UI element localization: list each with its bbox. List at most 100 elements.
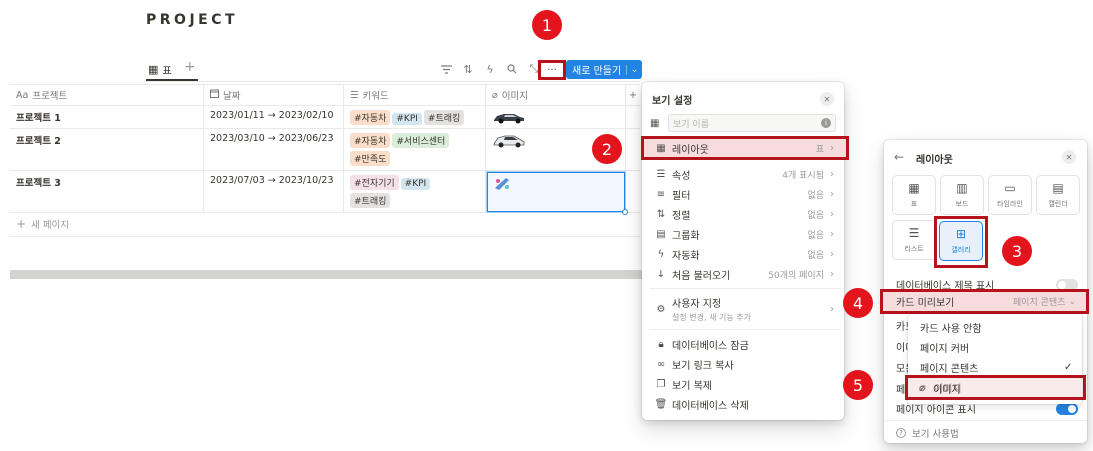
divider <box>650 288 840 289</box>
search-icon[interactable] <box>504 61 520 77</box>
car-image <box>494 114 524 124</box>
help-link[interactable]: ? 보기 사용법 <box>896 426 959 440</box>
duplicate-icon: ❐ <box>656 378 666 390</box>
row-keywords[interactable]: #자동차 #서비스센터 #만족도 <box>344 129 486 170</box>
row-date[interactable]: 2023/07/03 → 2023/10/23 <box>204 171 344 212</box>
calendar-icon: ▤ <box>1052 181 1064 195</box>
database-toolbar: ⇅ ϟ ⤡ <box>438 61 542 77</box>
keyword-tag: #자동차 <box>350 133 391 148</box>
automation-icon: ϟ <box>657 248 665 260</box>
table-row[interactable]: 프로젝트 2 2023/03/10 → 2023/06/23 #자동차 #서비스센… <box>10 129 640 171</box>
back-arrow-icon[interactable]: ← <box>894 150 904 164</box>
row-image[interactable] <box>486 106 626 128</box>
chevron-down-icon: ⌄ <box>1068 296 1076 307</box>
row-image[interactable] <box>486 171 628 215</box>
menu-item-filter[interactable]: ≡ 필터 없음 › <box>650 184 840 204</box>
row-name[interactable]: 프로젝트 1 <box>10 106 204 128</box>
paperclip-icon: ⌀ <box>919 383 926 394</box>
new-page-button[interactable]: + 새 페이지 <box>16 217 69 231</box>
chevron-down-icon[interactable]: ⌄ <box>626 64 642 75</box>
menu-item-copy-link[interactable]: ∞ 보기 링크 복사 <box>650 354 840 374</box>
card-preview-row[interactable]: 카드 미리보기 페이지 콘텐츠 ⌄ <box>896 294 1076 310</box>
help-icon: ? <box>896 428 906 438</box>
info-icon[interactable]: i <box>821 118 831 128</box>
menu-item-initial-load[interactable]: ↓ 처음 불러오기 50개의 페이지 › <box>650 264 840 284</box>
menu-item-sort[interactable]: ⇅ 정렬 없음 › <box>650 204 840 224</box>
row-date[interactable]: 2023/03/10 → 2023/06/23 <box>204 129 344 170</box>
row-keywords[interactable]: #전자기기 #KPI #트래킹 <box>344 171 486 212</box>
step-badge-1: 1 <box>532 10 562 40</box>
column-header-image[interactable]: ⌀ 이미지 <box>486 85 626 105</box>
column-header-date[interactable]: 날짜 <box>204 85 344 105</box>
chevron-right-icon: › <box>830 228 834 240</box>
add-column-button[interactable]: + <box>626 85 640 105</box>
layout-option-list[interactable]: ☰ 리스트 <box>892 220 936 260</box>
list-icon: ☰ <box>350 89 359 101</box>
table-row[interactable]: 프로젝트 3 2023/07/03 → 2023/10/23 #전자기기 #KPI… <box>10 171 640 215</box>
image-option-label[interactable]: ⌀ 이미지 <box>919 381 961 396</box>
menu-item-automation[interactable]: ϟ 자동화 없음 › <box>650 244 840 264</box>
chevron-right-icon: › <box>830 208 834 220</box>
menu-item-group[interactable]: ▤ 그룹화 없음 › <box>650 224 840 244</box>
selected-cell[interactable] <box>487 172 628 215</box>
paperclip-icon: ⌀ <box>492 89 498 101</box>
row-name[interactable]: 프로젝트 3 <box>10 171 204 212</box>
filter-icon[interactable] <box>438 61 454 77</box>
layout-option-timeline[interactable]: ▭ 타임라인 <box>988 175 1032 215</box>
layout-option-board[interactable]: ▥ 보드 <box>940 175 984 215</box>
list-icon: ☰ <box>656 168 666 180</box>
table-header: Aa 프로젝트 날짜 ☰ 키워드 ⌀ 이미지 + <box>10 84 640 106</box>
close-icon[interactable]: ✕ <box>820 92 834 106</box>
menu-item-lock-database[interactable]: 🔒︎ 데이터베이스 잠금 <box>650 334 840 354</box>
keyword-tag: #서비스센터 <box>392 133 450 148</box>
automation-icon[interactable]: ϟ <box>482 61 498 77</box>
layout-option-calendar[interactable]: ▤ 캘린더 <box>1036 175 1080 215</box>
keyword-tag: #자동차 <box>350 110 391 125</box>
menu-item-properties[interactable]: ☰ 속성 4개 표시됨 › <box>650 164 840 184</box>
keyword-tag: #KPI <box>400 178 431 190</box>
tab-table-view[interactable]: ▦ 표 <box>148 62 172 77</box>
step-badge-4: 4 <box>843 288 873 318</box>
panel-title: 레이아웃 <box>916 155 953 166</box>
menu-item-duplicate-view[interactable]: ❐ 보기 복제 <box>650 374 840 394</box>
table-icon: ▦ <box>656 142 666 154</box>
group-icon: ▤ <box>656 228 666 240</box>
column-header-keyword[interactable]: ☰ 키워드 <box>344 85 486 105</box>
new-button[interactable]: 새로 만들기 ⌄ <box>566 60 642 79</box>
option-no-card[interactable]: 카드 사용 안함 <box>908 317 1082 337</box>
close-icon[interactable]: ✕ <box>1062 150 1076 164</box>
more-options-button[interactable]: ··· <box>538 60 566 80</box>
option-page-cover[interactable]: 페이지 커버 <box>908 337 1082 357</box>
layout-option-table[interactable]: ▦ 표 <box>892 175 936 215</box>
sort-icon[interactable]: ⇅ <box>460 61 476 77</box>
check-icon: ✓ <box>1064 361 1073 373</box>
step-badge-2: 2 <box>592 134 622 164</box>
row-keywords[interactable]: #자동차 #KPI #트래킹 <box>344 106 486 128</box>
layout-option-gallery[interactable]: ⊞ 갤러리 <box>939 221 983 261</box>
table-row[interactable]: 프로젝트 1 2023/01/11 → 2023/02/10 #자동차 #KPI #… <box>10 106 640 129</box>
step-badge-5: 5 <box>843 370 873 400</box>
menu-item-layout[interactable]: ▦ 레이아웃 표 › <box>650 138 840 158</box>
option-page-content[interactable]: 페이지 콘텐츠 ✓ <box>908 357 1082 377</box>
step-badge-3: 3 <box>1002 236 1032 266</box>
add-view-button[interactable]: + <box>184 59 196 75</box>
chevron-right-icon: › <box>830 188 834 200</box>
menu-item-customize[interactable]: ⚙ 사용자 지정 설정 변경, 새 기능 추가 › <box>650 293 840 325</box>
horizontal-scrollbar[interactable] <box>10 270 642 279</box>
column-header-project[interactable]: Aa 프로젝트 <box>10 85 204 105</box>
menu-item-delete-database[interactable]: 🗑︎ 데이터베이스 삭제 <box>650 394 840 414</box>
show-page-icon-toggle[interactable] <box>1056 402 1078 415</box>
settings-menu: ☰ 속성 4개 표시됨 › ≡ 필터 없음 › ⇅ 정렬 없음 › ▤ 그룹화 … <box>650 164 840 414</box>
page-title: PROJECT <box>146 12 239 28</box>
view-name-input[interactable]: 보기 이름 i <box>668 114 836 132</box>
chevron-right-icon: › <box>830 248 834 260</box>
tab-label: 표 <box>162 66 172 77</box>
row-name[interactable]: 프로젝트 2 <box>10 129 204 170</box>
device-image <box>495 178 509 190</box>
lock-icon: 🔒︎ <box>658 338 664 350</box>
keyword-tag: #만족도 <box>350 151 391 166</box>
resize-handle[interactable] <box>622 209 628 215</box>
row-date[interactable]: 2023/01/11 → 2023/02/10 <box>204 106 344 128</box>
calendar-icon <box>210 89 219 101</box>
toolbar-divider <box>146 81 640 82</box>
